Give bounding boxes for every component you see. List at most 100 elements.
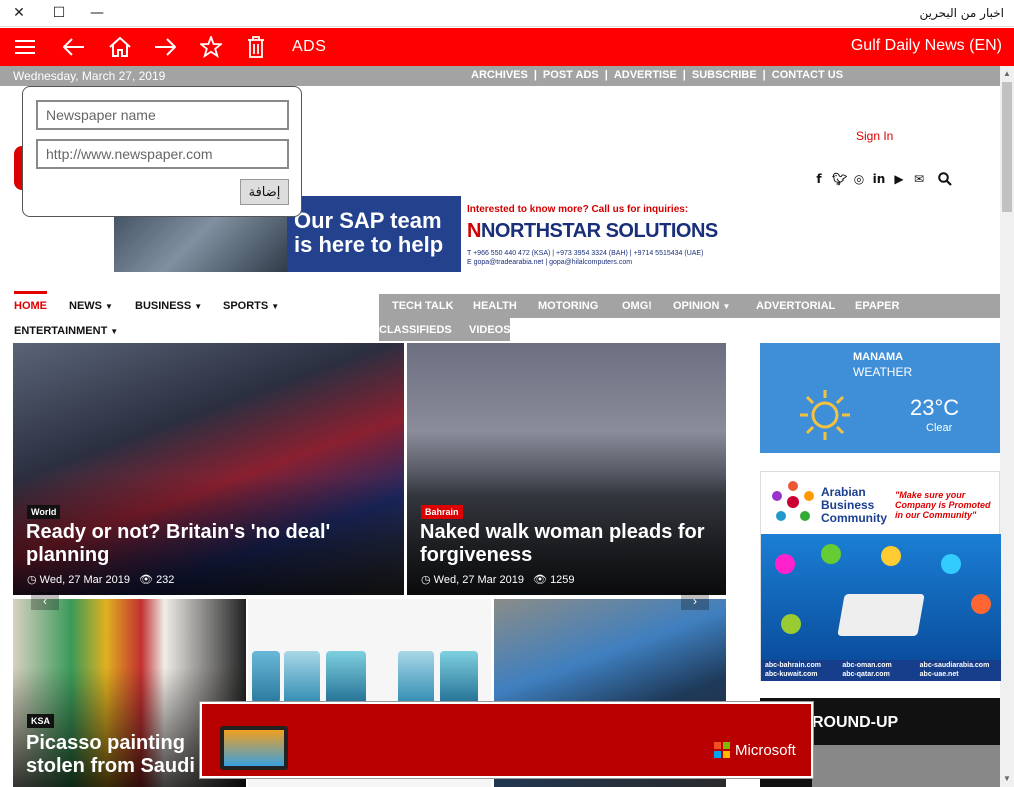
chevron-down-icon: ▼ xyxy=(722,302,731,311)
article-card[interactable]: World Ready or not? Britain's 'no deal' … xyxy=(13,343,404,595)
tablet-image xyxy=(220,726,288,770)
carousel-prev-arrow-icon[interactable]: ‹ xyxy=(31,592,59,610)
abc-domain[interactable]: abc-qatar.com xyxy=(842,671,919,680)
sign-in-link[interactable]: Sign In xyxy=(856,129,893,143)
scroll-up-arrow-icon[interactable]: ▲ xyxy=(1002,69,1012,79)
maximize-window-button[interactable]: ☐ xyxy=(48,3,70,23)
eye-icon: 👁︎ xyxy=(139,574,153,586)
chevron-down-icon: ▼ xyxy=(271,302,280,311)
article-meta: ◷ Wed, 27 Mar 2019 👁︎ 1259 xyxy=(421,573,575,586)
article-headline[interactable]: Picasso painting stolen from Saudi xyxy=(26,732,195,778)
link-advertise[interactable]: ADVERTISE xyxy=(609,69,682,81)
category-badge[interactable]: World xyxy=(27,505,61,519)
nav-tech-talk[interactable]: TECH TALK xyxy=(392,300,454,312)
chevron-down-icon: ▼ xyxy=(110,327,119,336)
main-navigation: HOME NEWS ▼ BUSINESS ▼ SPORTS ▼ ENTERTAINME… xyxy=(0,291,1000,343)
abc-domain[interactable]: abc-kuwait.com xyxy=(765,671,842,680)
abc-quote-line: in our Community" xyxy=(895,510,977,520)
carousel-next-arrow-icon[interactable]: › xyxy=(681,592,709,610)
link-contact-us[interactable]: CONTACT US xyxy=(767,69,848,81)
abc-name: Arabian Business Community xyxy=(821,486,887,525)
abc-domains: abc-bahrain.com abc-oman.com abc-saudiar… xyxy=(761,660,1001,681)
newspaper-name-input[interactable] xyxy=(36,100,289,130)
article-date: Wed, 27 Mar 2019 xyxy=(433,574,524,586)
article-card[interactable]: Bahrain Naked walk woman pleads for forg… xyxy=(407,343,726,595)
article-headline[interactable]: Ready or not? Britain's 'no deal' planni… xyxy=(26,521,330,567)
window-titlebar: ✕ ☐ — اخبار من البحرين xyxy=(0,0,1014,27)
microsoft-banner-ad[interactable]: Microsoft xyxy=(200,702,813,778)
banner-contact-block: Interested to know more? Call us for inq… xyxy=(467,196,720,272)
abc-domain[interactable]: abc-saudiarabia.com xyxy=(920,662,997,671)
arabian-business-community-ad[interactable]: Arabian Business Community "Make sure yo… xyxy=(760,471,1001,681)
nav-omg[interactable]: OMG! xyxy=(622,300,652,312)
delete-trash-icon[interactable] xyxy=(243,34,269,60)
minimize-window-button[interactable]: — xyxy=(86,3,108,23)
nav-opinion[interactable]: OPINION ▼ xyxy=(673,300,730,312)
hamburger-menu-icon[interactable] xyxy=(12,34,38,60)
favorite-star-icon[interactable] xyxy=(198,34,224,60)
category-badge[interactable]: Bahrain xyxy=(421,505,463,519)
headline-line: forgiveness xyxy=(420,544,533,566)
youtube-icon[interactable]: ▶ xyxy=(892,172,906,186)
instagram-icon[interactable]: ◎ xyxy=(852,172,866,186)
email-icon[interactable]: ✉ xyxy=(912,172,926,186)
roundup-image xyxy=(812,745,1000,787)
vertical-scrollbar[interactable]: ▲ ▼ xyxy=(1000,66,1014,787)
abc-domain[interactable]: abc-bahrain.com xyxy=(765,662,842,671)
nav-motoring[interactable]: MOTORING xyxy=(538,300,598,312)
roundup-title: ROUND-UP xyxy=(812,714,899,731)
nav-business[interactable]: BUSINESS ▼ xyxy=(135,300,202,312)
headline-line: Ready or not? Britain's 'no deal' xyxy=(26,521,331,543)
link-subscribe[interactable]: SUBSCRIBE xyxy=(687,69,762,81)
banner-headline-line2: is here to help xyxy=(294,232,444,257)
category-badge[interactable]: KSA xyxy=(27,714,55,728)
headline-line: Naked walk woman pleads for xyxy=(420,521,705,543)
banner-contact-lines: T +966 550 440 472 (KSA) | +973 3954 332… xyxy=(467,249,720,267)
abc-domain[interactable]: abc-uae.net xyxy=(920,671,997,680)
nav-news[interactable]: NEWS ▼ xyxy=(69,300,113,312)
scroll-down-arrow-icon[interactable]: ▼ xyxy=(1002,774,1012,784)
northstar-mark: N xyxy=(467,220,481,242)
newspaper-url-input[interactable] xyxy=(36,139,289,169)
social-links: f 🐦︎ ◎ in ▶ ✉ xyxy=(812,172,926,186)
abc-quote-line: "Make sure your xyxy=(895,490,966,500)
back-arrow-icon[interactable] xyxy=(61,34,87,60)
nav-advertorial[interactable]: ADVERTORIAL xyxy=(756,300,835,312)
abc-logo-icon xyxy=(769,478,817,526)
nav-opinion-label: OPINION xyxy=(673,300,720,312)
nav-home[interactable]: HOME xyxy=(14,291,47,312)
eye-icon: 👁︎ xyxy=(533,574,547,586)
twitter-icon[interactable]: 🐦︎ xyxy=(832,172,847,186)
nav-entertainment[interactable]: ENTERTAINMENT ▼ xyxy=(14,325,118,337)
banner-phone: T +966 550 440 472 (KSA) | +973 3954 332… xyxy=(467,250,704,257)
forward-arrow-icon[interactable] xyxy=(152,34,178,60)
article-headline[interactable]: Naked walk woman pleads for forgiveness xyxy=(420,521,705,567)
nav-classifieds[interactable]: CLASSIFIEDS xyxy=(379,324,452,336)
abc-quote: "Make sure your Company is Promoted in o… xyxy=(895,490,991,520)
article-views: 232 xyxy=(156,574,175,586)
nav-news-label: NEWS xyxy=(69,300,102,312)
abc-domain[interactable]: abc-oman.com xyxy=(842,662,919,671)
weather-label: WEATHER xyxy=(853,365,913,379)
abc-name-line: Community xyxy=(821,511,887,525)
nav-sports[interactable]: SPORTS ▼ xyxy=(223,300,279,312)
chevron-down-icon: ▼ xyxy=(105,302,113,311)
link-post-ads[interactable]: POST ADS xyxy=(538,69,604,81)
top-links: ARCHIVES | POST ADS | ADVERTISE | SUBSCRIBE… xyxy=(466,69,848,81)
linkedin-icon[interactable]: in xyxy=(872,172,886,186)
search-icon[interactable] xyxy=(938,172,952,190)
nav-epaper[interactable]: EPAPER xyxy=(855,300,899,312)
facebook-icon[interactable]: f xyxy=(812,172,826,186)
add-newspaper-button[interactable]: إضافة xyxy=(240,179,289,205)
link-archives[interactable]: ARCHIVES xyxy=(466,69,533,81)
microsoft-logo-icon xyxy=(714,742,730,758)
nav-health[interactable]: HEALTH xyxy=(473,300,517,312)
weather-city: MANAMA xyxy=(853,351,904,363)
home-icon[interactable] xyxy=(107,34,133,60)
clock-icon: ◷ xyxy=(27,574,37,586)
nav-videos[interactable]: VIDEOS xyxy=(469,324,511,336)
ads-button[interactable]: ADS xyxy=(292,38,326,56)
close-window-button[interactable]: ✕ xyxy=(8,3,30,23)
scroll-thumb[interactable] xyxy=(1002,82,1012,212)
article-date: Wed, 27 Mar 2019 xyxy=(39,574,130,586)
